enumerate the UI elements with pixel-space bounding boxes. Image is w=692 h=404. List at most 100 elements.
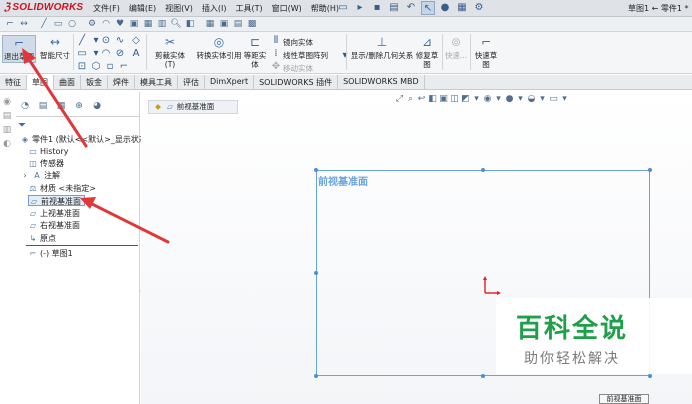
dropdown-icon[interactable]: ▾: [471, 94, 482, 104]
plane-tool-icon[interactable]: ◇: [130, 35, 142, 46]
tab-surfaces[interactable]: 曲面: [54, 75, 81, 90]
zoom-to-fit-icon[interactable]: ⤢: [394, 94, 405, 104]
tab-sketch[interactable]: 草图: [27, 75, 54, 90]
view-orientation-icon[interactable]: ◫: [449, 94, 460, 104]
tree-item-top-plane[interactable]: ▱ 上视基准面: [28, 208, 80, 219]
ellipse-tool-icon[interactable]: ⊘: [114, 48, 126, 59]
pin-icon[interactable]: ⊸: [318, 2, 326, 12]
plane-handle[interactable]: [481, 374, 485, 378]
sketch-icon[interactable]: ⌐: [4, 18, 16, 30]
tab-sheet-metal[interactable]: 钣金: [81, 75, 108, 90]
tree-item-part[interactable]: ◈ 零件1 (默认<<默认>_显示状态: [20, 134, 147, 145]
quick-snaps-button[interactable]: ⊚ 快速...: [443, 35, 469, 61]
layout-icon[interactable]: ▦: [204, 18, 216, 30]
line-tool-icon[interactable]: ╱: [76, 35, 88, 46]
tree-item-material[interactable]: ⚖ 材质 <未指定>: [28, 183, 96, 194]
text-tool-icon[interactable]: A: [130, 48, 142, 59]
dimension-icon[interactable]: ↔: [18, 18, 30, 30]
tab-features[interactable]: 特征: [0, 75, 27, 90]
tree-item-right-plane[interactable]: ▱ 右视基准面: [28, 220, 80, 231]
smart-dimension-button[interactable]: ↔ 智能尺寸: [38, 35, 72, 63]
resources-icon[interactable]: ◉: [0, 97, 14, 109]
tab-solidworks-addins[interactable]: SOLIDWORKS 插件: [254, 75, 339, 90]
tab-solidworks-mbd[interactable]: SOLIDWORKS MBD: [338, 75, 425, 90]
tile-icon[interactable]: ▤: [232, 18, 244, 30]
menu-tools[interactable]: 工具(T): [235, 3, 262, 14]
arc-icon[interactable]: ◠: [100, 18, 112, 30]
rectangle-icon[interactable]: ▭: [52, 18, 64, 30]
plane-handle[interactable]: [314, 168, 318, 172]
line-icon[interactable]: ╱: [38, 18, 50, 30]
convert-entities-button[interactable]: ◎ 转换实体引用: [193, 35, 245, 61]
move-entities-button[interactable]: 移动实体: [283, 63, 313, 74]
view-settings-icon[interactable]: ▭: [548, 94, 559, 104]
filter-icon[interactable]: ⏷: [18, 120, 26, 131]
design-library-icon[interactable]: ▤: [0, 111, 14, 123]
hide-show-icon[interactable]: ◉: [482, 94, 493, 104]
zoom-area-icon[interactable]: ⌕: [405, 94, 416, 104]
dropdown-icon[interactable]: ▾: [537, 94, 548, 104]
plane-handle[interactable]: [648, 168, 652, 172]
tree-item-annotations[interactable]: › A 注解: [20, 170, 60, 181]
tree-item-history[interactable]: ▭ History: [28, 146, 68, 157]
edit-appearance-icon[interactable]: ●: [504, 94, 515, 104]
menu-file[interactable]: 文件(F): [93, 3, 120, 14]
repair-sketch-button[interactable]: ⊿ 修复草 图: [414, 35, 440, 71]
slot-tool-icon[interactable]: ⊡: [76, 61, 88, 72]
offset-entities-button[interactable]: ⊏ 等距实 体: [243, 35, 267, 71]
tab-dimxpert[interactable]: DimXpert: [205, 75, 255, 90]
tree-item-front-plane[interactable]: ▱ 前视基准面: [28, 195, 85, 206]
heart-icon[interactable]: ♥: [114, 18, 126, 30]
previous-view-icon[interactable]: ↩: [416, 94, 427, 104]
tree-item-sensors[interactable]: ◫ 传感器: [28, 158, 64, 169]
section-view-icon[interactable]: ◧: [427, 94, 438, 104]
rectangle-tool-icon[interactable]: ▭: [76, 48, 88, 59]
gear-small-icon[interactable]: ⚙: [86, 18, 98, 30]
fillet-tool-icon[interactable]: ⌐: [118, 61, 130, 72]
display-relations-button[interactable]: ⊥ 显示/删除几何关系: [350, 35, 414, 61]
tree-item-origin[interactable]: ↳ 原点: [28, 233, 56, 244]
polygon-tool-icon[interactable]: ⬡: [90, 61, 102, 72]
file-properties-icon[interactable]: ▦: [455, 1, 469, 15]
tab-evaluate[interactable]: 评估: [178, 75, 205, 90]
menu-view[interactable]: 视图(V): [165, 3, 193, 14]
spline-tool-icon[interactable]: ∿: [114, 35, 126, 46]
expand-arrow-icon[interactable]: ›: [20, 170, 30, 181]
point-tool-icon[interactable]: ▫: [104, 61, 116, 72]
select-icon[interactable]: ↖: [421, 1, 435, 15]
dropdown-icon[interactable]: ▾: [515, 94, 526, 104]
appearances-icon[interactable]: ◐: [0, 139, 14, 151]
dynamic-annotation-icon[interactable]: ▣: [438, 94, 449, 104]
plane-handle[interactable]: [314, 374, 318, 378]
display-style-icon[interactable]: ◩: [460, 94, 471, 104]
plane-handle[interactable]: [314, 271, 318, 275]
configuration-manager-tab-icon[interactable]: ▦: [52, 101, 70, 113]
view-icon[interactable]: ◧: [184, 18, 196, 30]
extrude-icon[interactable]: ▥: [156, 18, 168, 30]
open-icon[interactable]: ▸: [353, 1, 367, 15]
part-icon[interactable]: ◆: [153, 101, 163, 113]
circle-tool-icon[interactable]: ⊙: [100, 35, 112, 46]
undo-icon[interactable]: ↶: [404, 1, 418, 15]
grid-icon[interactable]: ▦: [142, 18, 154, 30]
menu-edit[interactable]: 编辑(E): [129, 3, 156, 14]
scene-icon[interactable]: ◒: [526, 94, 537, 104]
tab-mold-tools[interactable]: 模具工具: [135, 75, 178, 90]
trim-entities-button[interactable]: ✂ 剪裁实体(T): [150, 35, 190, 69]
rebuild-icon[interactable]: ●: [438, 1, 452, 15]
box-icon[interactable]: ▣: [128, 18, 140, 30]
menu-insert[interactable]: 插入(I): [202, 3, 227, 14]
plane-handle[interactable]: [481, 168, 485, 172]
plane-icon[interactable]: ▱: [165, 101, 174, 113]
window-icon[interactable]: ▣: [218, 18, 230, 30]
file-explorer-icon[interactable]: ▥: [0, 125, 14, 137]
linear-pattern-button[interactable]: 线性草图阵列: [283, 50, 328, 61]
circle-icon[interactable]: ○: [66, 18, 78, 30]
arc-tool-icon[interactable]: ◠: [100, 48, 112, 59]
exit-sketch-button[interactable]: ⌐ 退出草图: [2, 35, 36, 63]
feature-tree-tab-icon[interactable]: ◔: [16, 101, 34, 113]
tab-weldments[interactable]: 焊件: [108, 75, 135, 90]
print-icon[interactable]: ▤: [387, 1, 401, 15]
options-icon[interactable]: ⚙: [472, 1, 486, 15]
mirror-entities-button[interactable]: 镜向实体: [283, 37, 313, 48]
